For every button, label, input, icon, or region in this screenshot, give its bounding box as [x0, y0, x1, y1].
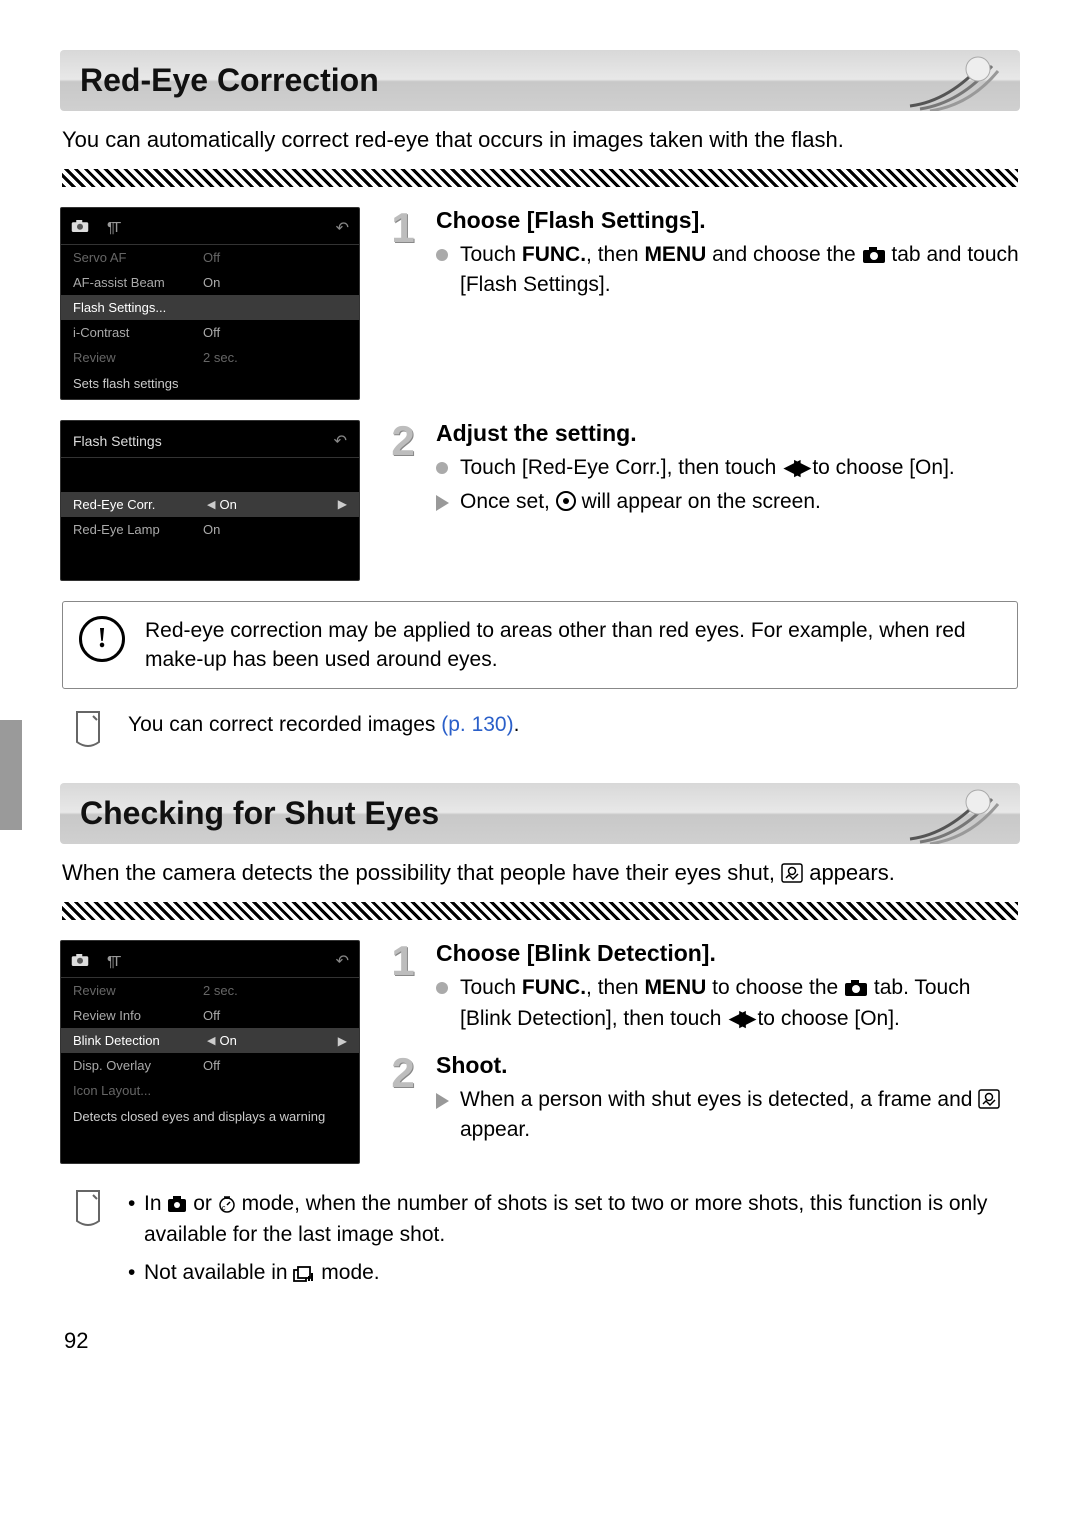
s2-step1-heading: Choose [Blink Detection].	[436, 940, 1020, 967]
section2-intro: When the camera detects the possibility …	[62, 858, 1018, 888]
blink-indicator-icon	[781, 863, 803, 883]
back-icon: ↶	[336, 218, 349, 238]
face-timer-icon	[167, 1195, 187, 1213]
left-right-icon: ◀▶	[729, 1007, 749, 1030]
page-ref-link[interactable]: (p. 130)	[441, 713, 513, 736]
back-icon: ↶	[334, 431, 347, 451]
section-title-shut-eyes: Checking for Shut Eyes	[80, 795, 1000, 832]
header-ornament-icon	[890, 51, 1010, 111]
lcd-row: Red-Eye LampOn	[61, 517, 359, 542]
svg-text:c: c	[222, 1205, 226, 1212]
custom-timer-icon: c	[218, 1195, 236, 1213]
lcd-row-selected: Red-Eye Corr.◀On▶	[61, 492, 359, 517]
pencil-icon	[68, 709, 108, 749]
s2-step2-bullet: When a person with shut eyes is detected…	[436, 1085, 1020, 1146]
red-eye-indicator-icon	[556, 491, 576, 511]
page-number: 92	[64, 1328, 1020, 1354]
section1-intro: You can automatically correct red-eye th…	[62, 125, 1018, 155]
tools-tab-icon: ¶T	[107, 953, 118, 970]
lcd-screenshot-menu: ¶T ↶ Servo AFOff AF-assist BeamOn Flash …	[60, 207, 360, 400]
back-icon: ↶	[336, 951, 349, 971]
section-header-red-eye: Red-Eye Correction	[60, 50, 1020, 111]
section-title-red-eye: Red-Eye Correction	[80, 62, 1000, 99]
warning-text: Red-eye correction may be applied to are…	[145, 616, 1001, 675]
lcd-caption: Sets flash settings	[61, 370, 359, 391]
step-number-2: 2	[384, 420, 422, 522]
tip-note: You can correct recorded images (p. 130)…	[62, 705, 1018, 753]
step-number-1: 1	[384, 207, 422, 305]
lcd-row: Servo AFOff	[61, 245, 359, 270]
step2-heading: Adjust the setting.	[436, 420, 955, 447]
s2-step1-bullet: Touch FUNC., then MENU to choose the tab…	[436, 973, 1020, 1034]
page-side-tab	[0, 720, 22, 830]
bottom-note-2: Not available in mode.	[128, 1257, 1012, 1289]
lcd-row: Disp. OverlayOff	[61, 1053, 359, 1078]
divider-hatch	[62, 902, 1018, 920]
step-number-2: 2	[384, 1052, 422, 1150]
lcd-row: Review InfoOff	[61, 1003, 359, 1028]
lcd-screenshot-flash-settings: Flash Settings↶ Red-Eye Corr.◀On▶ Red-Ey…	[60, 420, 360, 581]
continuous-mode-icon	[293, 1266, 315, 1282]
divider-hatch	[62, 169, 1018, 187]
lcd-caption: Detects closed eyes and displays a warni…	[61, 1103, 359, 1124]
warning-icon: !	[79, 616, 125, 662]
bottom-notes: In or c mode, when the number of shots i…	[62, 1184, 1018, 1299]
step2-bullet-1: Touch [Red-Eye Corr.], then touch ◀▶ to …	[436, 453, 955, 483]
tools-tab-icon: ¶T	[107, 219, 118, 236]
step1-heading: Choose [Flash Settings].	[436, 207, 1020, 234]
header-ornament-icon	[890, 784, 1010, 844]
left-right-icon: ◀▶	[784, 456, 804, 479]
step-number-1: 1	[384, 940, 422, 1038]
warning-note: ! Red-eye correction may be applied to a…	[62, 601, 1018, 690]
camera-tab-inline-icon	[862, 246, 886, 264]
lcd-row: Review2 sec.	[61, 978, 359, 1003]
lcd-row: i-ContrastOff	[61, 320, 359, 345]
camera-tab-icon	[71, 219, 89, 236]
s2-step2-heading: Shoot.	[436, 1052, 1020, 1079]
step1-bullet: Touch FUNC., then MENU and choose the ta…	[436, 240, 1020, 301]
camera-tab-inline-icon	[844, 979, 868, 997]
lcd-screenshot-blink: ¶T ↶ Review2 sec. Review InfoOff Blink D…	[60, 940, 360, 1164]
section-header-shut-eyes: Checking for Shut Eyes	[60, 783, 1020, 844]
lcd-row-selected: Blink Detection◀On▶	[61, 1028, 359, 1053]
bottom-note-1: In or c mode, when the number of shots i…	[128, 1188, 1012, 1251]
lcd-row: Icon Layout...	[61, 1078, 359, 1103]
lcd-row-selected: Flash Settings...	[61, 295, 359, 320]
camera-tab-icon	[71, 953, 89, 970]
step2-bullet-2: Once set, will appear on the screen.	[436, 487, 955, 517]
blink-indicator-icon	[978, 1089, 1000, 1109]
pencil-icon	[68, 1188, 108, 1228]
lcd-row: AF-assist BeamOn	[61, 270, 359, 295]
lcd-row: Review2 sec.	[61, 345, 359, 370]
